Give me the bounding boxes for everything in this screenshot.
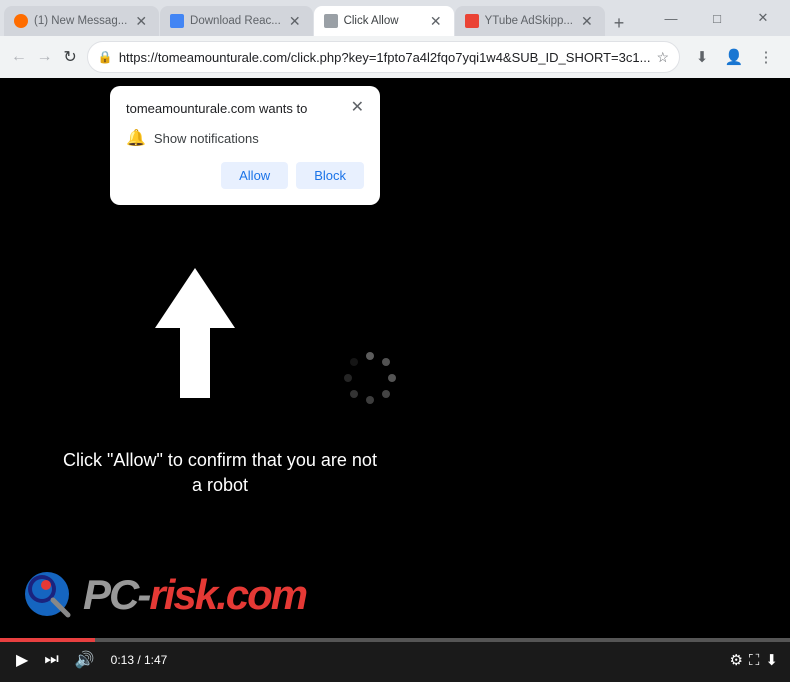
tab-4-close[interactable]: ✕ xyxy=(579,11,595,32)
nav-bar: ← → ↻ 🔒 https://tomeamounturale.com/clic… xyxy=(0,36,790,78)
logo-icon xyxy=(20,567,75,622)
bookmark-star-icon[interactable]: ☆ xyxy=(656,49,669,66)
arrow-up-indicator xyxy=(155,268,235,398)
new-tab-button[interactable]: + xyxy=(606,13,633,34)
volume-button[interactable]: 🔊 xyxy=(71,646,99,674)
tab-4[interactable]: YTube AdSkipp... ✕ xyxy=(455,6,605,36)
tab-3[interactable]: Click Allow ✕ xyxy=(314,6,454,36)
back-button[interactable]: ← xyxy=(10,43,28,71)
progress-bar-fill xyxy=(0,638,95,642)
tab-3-close[interactable]: ✕ xyxy=(428,11,444,32)
tab-4-label: YTube AdSkipp... xyxy=(485,15,573,27)
tab-2-close[interactable]: ✕ xyxy=(287,11,303,32)
video-controls-bar: ▶ ⏭ 🔊 0:13 / 1:47 ⚙ ⛶ ⬇ xyxy=(0,638,790,682)
tab-1[interactable]: (1) New Messag... ✕ xyxy=(4,6,159,36)
settings-icon[interactable]: ⚙ xyxy=(729,651,742,669)
download-button[interactable]: ⬇ xyxy=(688,43,716,71)
popup-header: tomeamounturale.com wants to ✕ xyxy=(126,100,364,116)
maximize-button[interactable]: □ xyxy=(694,0,740,36)
tab-2-label: Download Reac... xyxy=(190,15,281,27)
loading-spinner xyxy=(340,348,400,413)
tab-3-favicon xyxy=(324,14,338,28)
bell-icon: 🔔 xyxy=(126,128,146,148)
address-text: https://tomeamounturale.com/click.php?ke… xyxy=(119,50,651,65)
fullscreen-icon[interactable]: ⛶ xyxy=(749,652,760,669)
tab-4-favicon xyxy=(465,14,479,28)
skip-button[interactable]: ⏭ xyxy=(40,647,62,673)
tab-3-label: Click Allow xyxy=(344,15,399,27)
tabs-bar: (1) New Messag... ✕ Download Reac... ✕ C… xyxy=(0,0,790,36)
minimize-button[interactable]: — xyxy=(648,0,694,36)
pcrisk-logo: PC-risk.com xyxy=(20,567,306,622)
window-controls: — □ ✕ xyxy=(648,0,786,36)
tab-1-favicon xyxy=(14,14,28,28)
allow-button[interactable]: Allow xyxy=(221,162,288,189)
download-video-icon[interactable]: ⬇ xyxy=(765,651,778,669)
captcha-instruction-text: Click "Allow" to confirm that you are no… xyxy=(60,448,380,498)
tab-1-close[interactable]: ✕ xyxy=(133,11,149,32)
play-pause-button[interactable]: ▶ xyxy=(12,646,32,674)
forward-button[interactable]: → xyxy=(36,43,54,71)
toolbar-icons: ⬇ 👤 ⋮ xyxy=(688,43,780,71)
browser-frame: (1) New Messag... ✕ Download Reac... ✕ C… xyxy=(0,0,790,682)
menu-button[interactable]: ⋮ xyxy=(752,43,780,71)
popup-site-name: tomeamounturale.com wants to xyxy=(126,101,307,116)
logo-text-area: PC-risk.com xyxy=(83,571,306,619)
tab-2[interactable]: Download Reac... ✕ xyxy=(160,6,313,36)
notification-popup: tomeamounturale.com wants to ✕ 🔔 Show no… xyxy=(110,86,380,205)
account-button[interactable]: 👤 xyxy=(720,43,748,71)
tab-1-label: (1) New Messag... xyxy=(34,15,127,27)
page-content: tomeamounturale.com wants to ✕ 🔔 Show no… xyxy=(0,78,790,682)
lock-icon: 🔒 xyxy=(98,50,113,64)
popup-close-button[interactable]: ✕ xyxy=(351,100,364,116)
close-window-button[interactable]: ✕ xyxy=(740,0,786,36)
address-bar[interactable]: 🔒 https://tomeamounturale.com/click.php?… xyxy=(87,41,680,73)
time-display: 0:13 / 1:47 xyxy=(111,653,168,667)
logo-pc-text: PC- xyxy=(83,571,149,618)
popup-permission-row: 🔔 Show notifications xyxy=(126,128,364,148)
refresh-button[interactable]: ↻ xyxy=(61,43,79,71)
tab-2-favicon xyxy=(170,14,184,28)
popup-permission-label: Show notifications xyxy=(154,131,259,146)
popup-buttons: Allow Block xyxy=(126,162,364,189)
block-button[interactable]: Block xyxy=(296,162,364,189)
video-right-controls: ⚙ ⛶ ⬇ xyxy=(729,651,778,669)
progress-bar[interactable] xyxy=(0,638,790,642)
logo-risk-text: risk.com xyxy=(149,571,306,618)
